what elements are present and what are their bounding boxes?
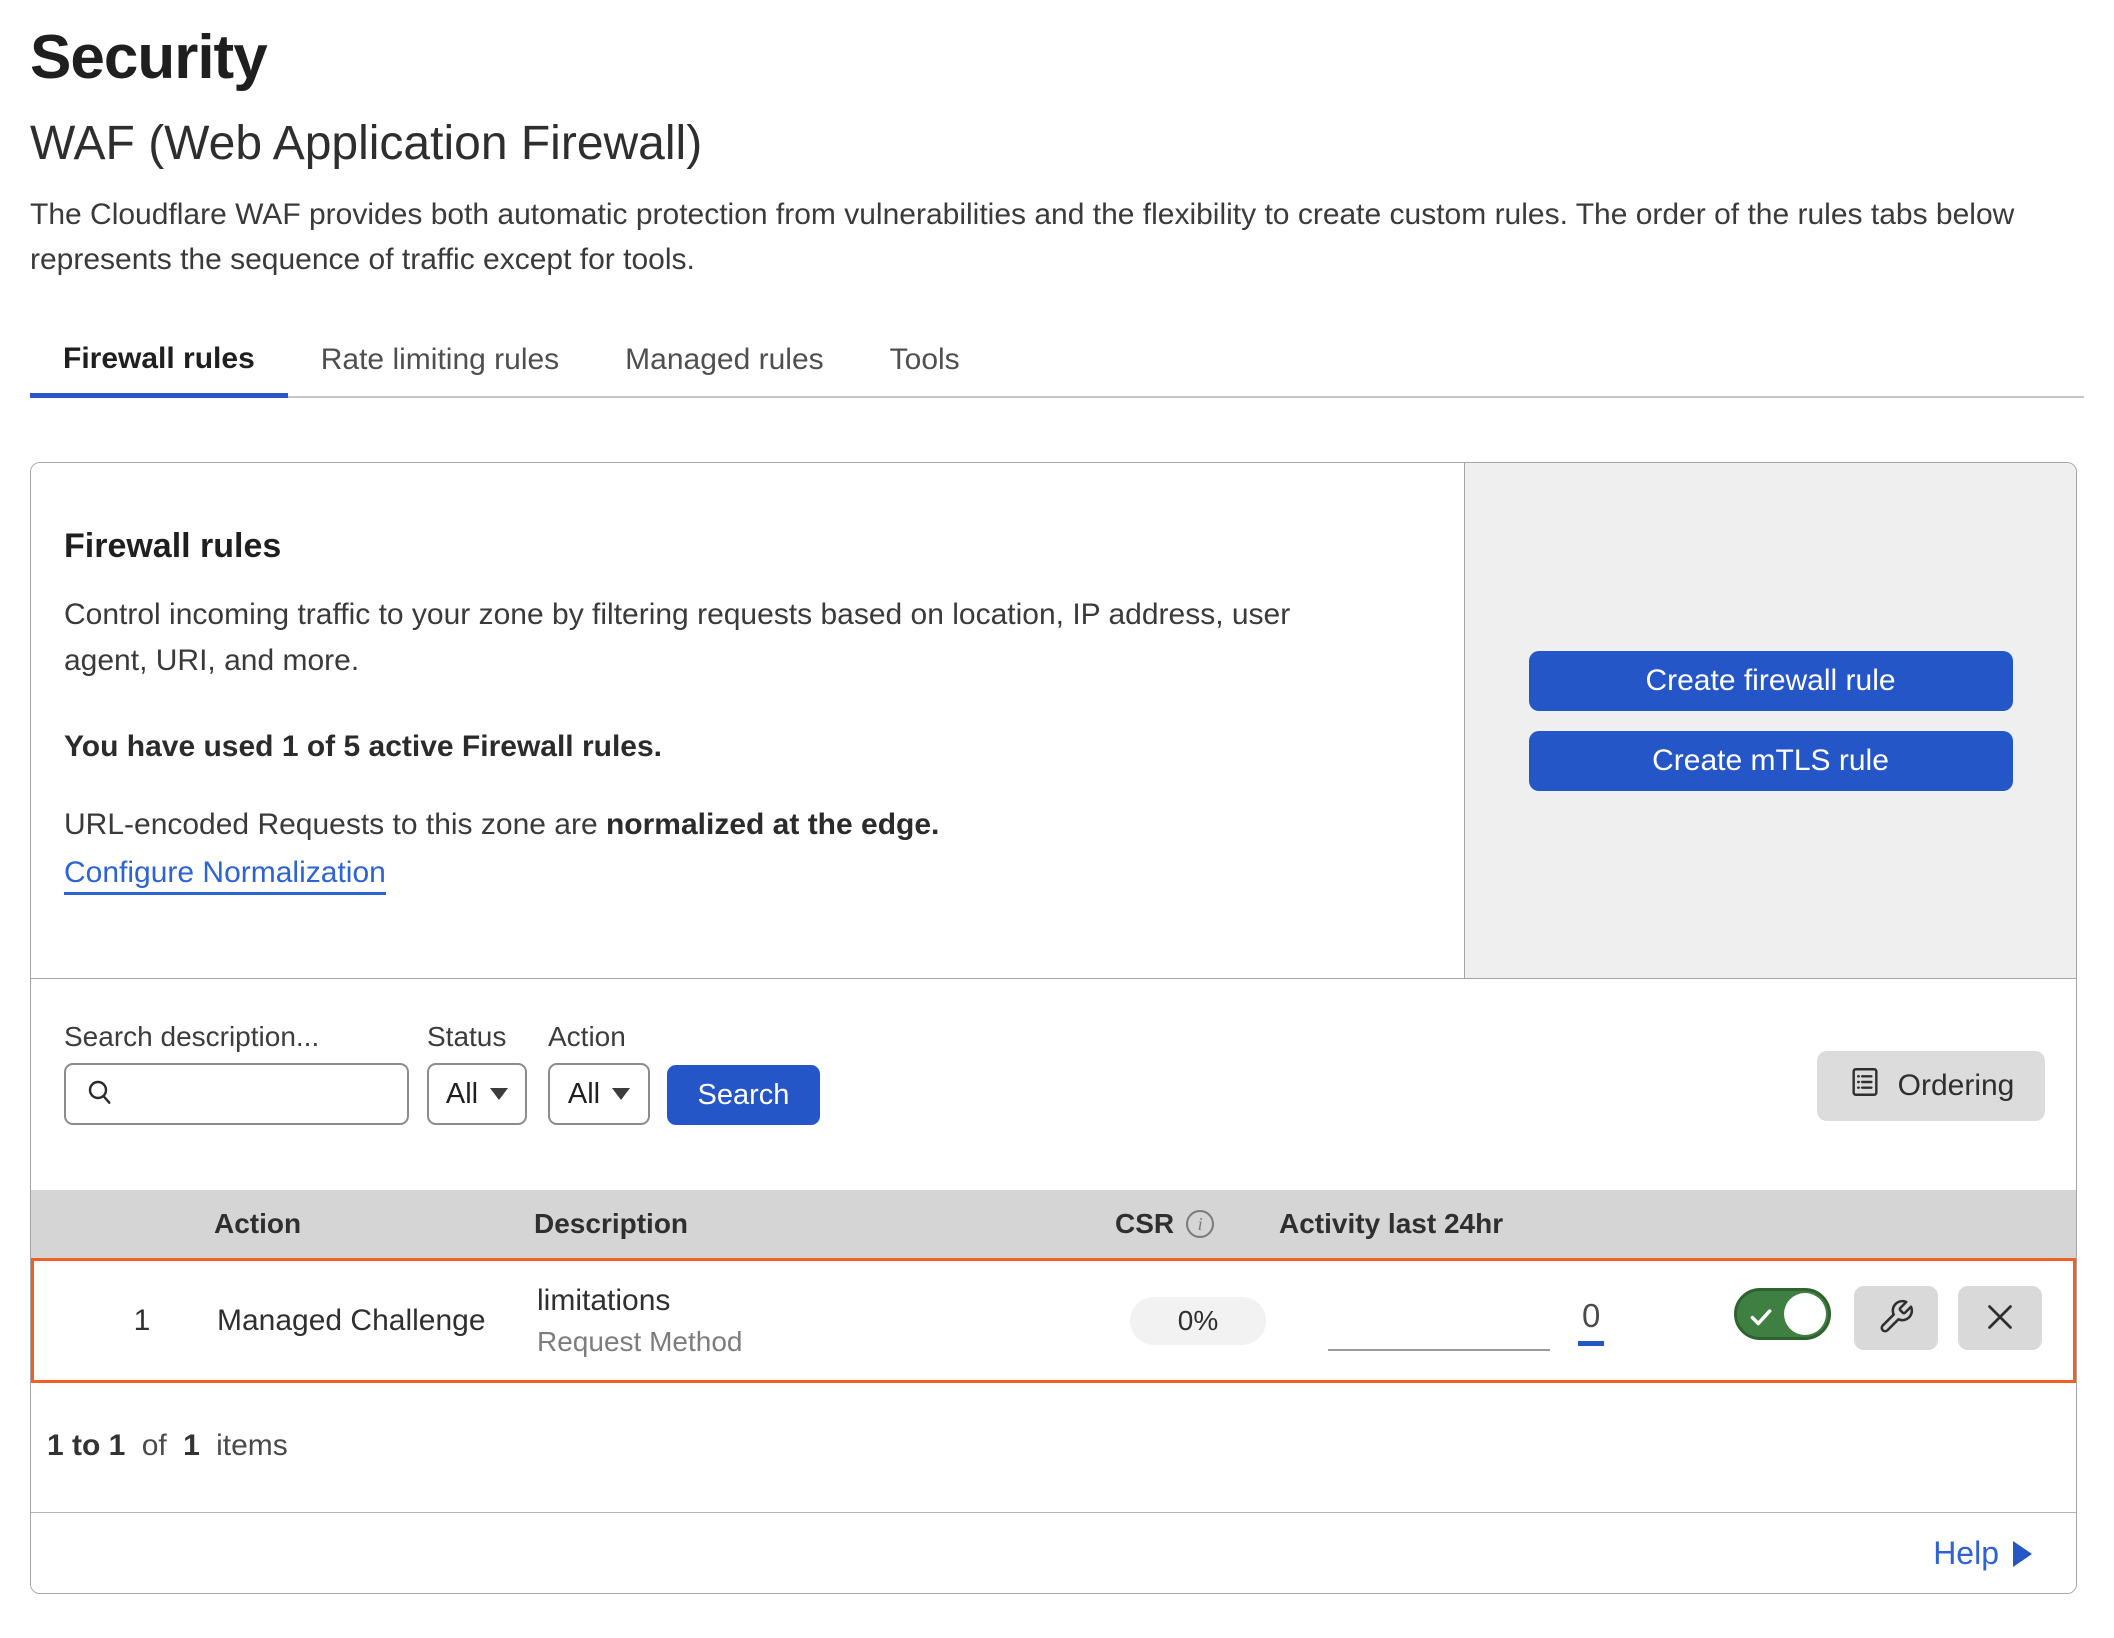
search-button[interactable]: Search	[667, 1065, 820, 1125]
help-link[interactable]: Help	[1933, 1535, 2032, 1572]
status-select[interactable]: All	[427, 1063, 527, 1125]
firewall-rules-summary-section: Firewall rules Control incoming traffic …	[31, 463, 2076, 979]
filter-bar: Search description... Status Action All …	[31, 979, 2076, 1190]
search-input[interactable]	[64, 1063, 409, 1125]
chevron-down-icon	[490, 1088, 508, 1100]
items-word: items	[216, 1429, 288, 1462]
help-label: Help	[1933, 1535, 1999, 1572]
ordering-button[interactable]: Ordering	[1817, 1051, 2045, 1121]
csr-badge: 0%	[1130, 1297, 1266, 1345]
status-label: Status	[427, 1021, 506, 1053]
create-mtls-rule-button[interactable]: Create mTLS rule	[1529, 731, 2013, 791]
action-select-value: All	[568, 1078, 600, 1111]
card-heading: Firewall rules	[64, 527, 1394, 566]
table-row: 1 Managed Challenge limitations Request …	[31, 1258, 2076, 1383]
check-icon	[1748, 1304, 1774, 1330]
close-icon	[1982, 1299, 2018, 1338]
usage-line: You have used 1 of 5 active Firewall rul…	[64, 730, 1394, 764]
normalization-line: URL-encoded Requests to this zone are no…	[64, 808, 1394, 842]
waf-tab-bar: Firewall rules Rate limiting rules Manag…	[30, 324, 2084, 398]
wrench-icon	[1877, 1298, 1915, 1339]
normalization-bold-text: normalized at the edge.	[606, 808, 939, 841]
chevron-down-icon	[612, 1088, 630, 1100]
card-description: Control incoming traffic to your zone by…	[64, 592, 1364, 684]
action-select[interactable]: All	[548, 1063, 650, 1125]
configure-normalization-link[interactable]: Configure Normalization	[64, 856, 386, 895]
rule-expression: Request Method	[537, 1326, 742, 1358]
create-rule-actions-panel: Create firewall rule Create mTLS rule	[1464, 463, 2076, 978]
delete-rule-button[interactable]	[1958, 1286, 2042, 1350]
page-description: The Cloudflare WAF provides both automat…	[30, 192, 2058, 282]
table-header-row: Action Description CSR i Activity last 2…	[31, 1190, 2076, 1258]
list-icon	[1848, 1065, 1882, 1107]
column-header-action: Action	[214, 1190, 301, 1258]
tab-rate-limiting-rules[interactable]: Rate limiting rules	[288, 324, 592, 396]
tab-managed-rules[interactable]: Managed rules	[592, 324, 856, 396]
rule-description-name: limitations	[537, 1284, 670, 1318]
status-select-value: All	[446, 1078, 478, 1111]
info-icon[interactable]: i	[1186, 1210, 1214, 1238]
page-subtitle: WAF (Web Application Firewall)	[30, 116, 702, 171]
rule-action: Managed Challenge	[217, 1261, 486, 1380]
help-bar: Help	[31, 1512, 2076, 1593]
items-of: of	[142, 1429, 167, 1462]
page-title: Security	[30, 22, 267, 93]
firewall-rules-summary: Firewall rules Control incoming traffic …	[31, 463, 1464, 978]
items-count-line: 1 to 1 of 1 items	[47, 1429, 296, 1463]
rule-priority: 1	[112, 1261, 172, 1380]
firewall-rules-card: Firewall rules Control incoming traffic …	[30, 462, 2077, 1594]
search-icon	[84, 1076, 116, 1113]
tab-firewall-rules[interactable]: Firewall rules	[30, 324, 288, 398]
toggle-knob	[1784, 1293, 1826, 1335]
create-firewall-rule-button[interactable]: Create firewall rule	[1529, 651, 2013, 711]
activity-sparkline	[1328, 1349, 1550, 1351]
column-header-activity: Activity last 24hr	[1279, 1190, 1503, 1258]
rule-description: limitations Request Method	[537, 1261, 742, 1380]
search-description-label: Search description...	[64, 1021, 319, 1053]
action-label: Action	[548, 1021, 626, 1053]
csr-header-label: CSR	[1115, 1208, 1174, 1240]
column-header-description: Description	[534, 1190, 688, 1258]
arrow-right-icon	[2013, 1541, 2032, 1567]
items-range: 1 to 1	[47, 1429, 125, 1462]
rule-enabled-toggle[interactable]	[1734, 1288, 1831, 1340]
ordering-button-label: Ordering	[1898, 1069, 2015, 1103]
pagination-summary: 1 to 1 of 1 items	[31, 1383, 2076, 1512]
activity-count-link[interactable]: 0	[1578, 1297, 1604, 1346]
column-header-csr: CSR i	[1115, 1190, 1214, 1258]
edit-rule-button[interactable]	[1854, 1286, 1938, 1350]
tab-tools[interactable]: Tools	[857, 324, 993, 396]
normalization-text: URL-encoded Requests to this zone are	[64, 808, 606, 841]
items-total: 1	[183, 1429, 200, 1462]
